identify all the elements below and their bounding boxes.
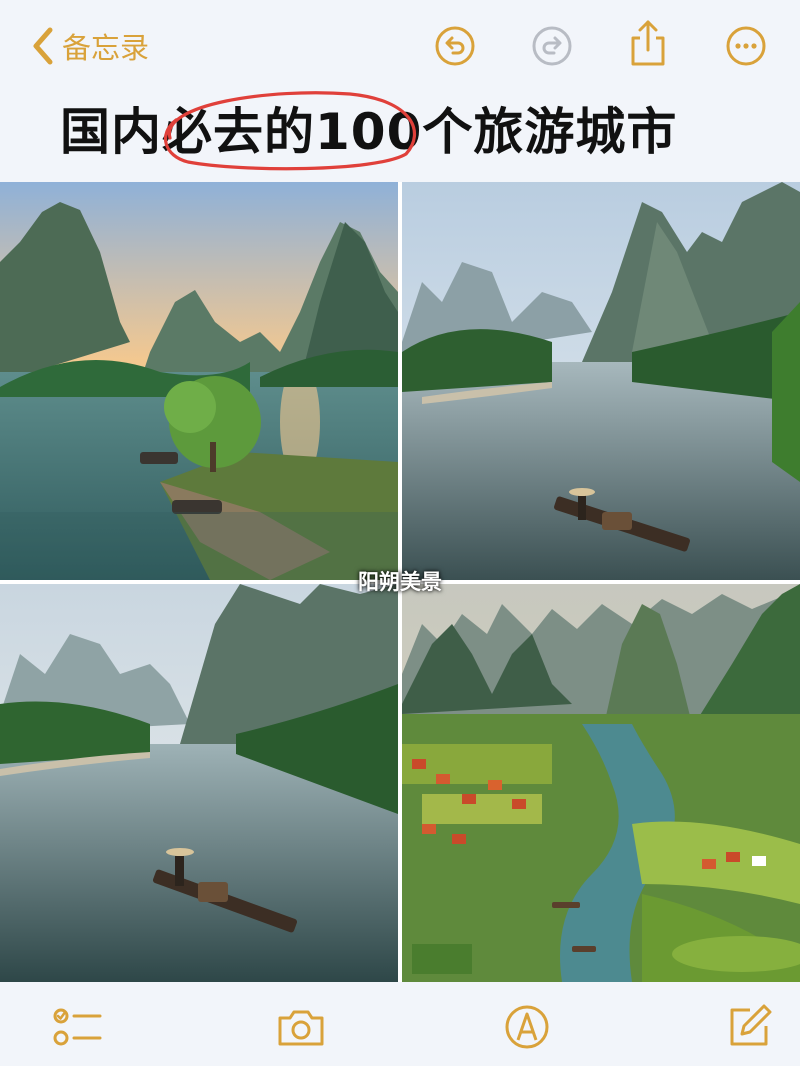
checklist-button[interactable] (52, 1002, 102, 1052)
checklist-icon (53, 1008, 102, 1046)
camera-button[interactable] (276, 1002, 326, 1052)
redo-icon (532, 26, 572, 66)
camera-icon (278, 1010, 324, 1046)
back-label: 备忘录 (62, 31, 150, 65)
compose-icon (730, 1004, 772, 1046)
photo-fisherman-raft[interactable] (0, 584, 398, 982)
markup-pen-icon (505, 1005, 549, 1049)
share-icon (631, 20, 665, 66)
more-button[interactable] (724, 24, 768, 68)
markup-button[interactable] (502, 1002, 552, 1052)
chevron-left-icon (33, 27, 53, 65)
note-toolbar: 备忘录 (0, 0, 800, 92)
note-title[interactable]: 国内必去的100个旅游城市 (60, 92, 760, 172)
redo-button[interactable] (530, 24, 574, 68)
back-button[interactable]: 备忘录 (30, 24, 149, 68)
photo-sunset-river[interactable] (0, 182, 398, 580)
bottom-toolbar (0, 982, 800, 1066)
undo-button[interactable] (433, 24, 477, 68)
more-icon (726, 26, 766, 66)
photo-river-raft[interactable] (402, 182, 800, 580)
compose-button[interactable] (724, 1002, 774, 1052)
photo-caption: 阳朔美景 (358, 570, 442, 594)
undo-icon (435, 26, 475, 66)
share-button[interactable] (626, 18, 670, 68)
photo-aerial-village[interactable] (402, 584, 800, 982)
